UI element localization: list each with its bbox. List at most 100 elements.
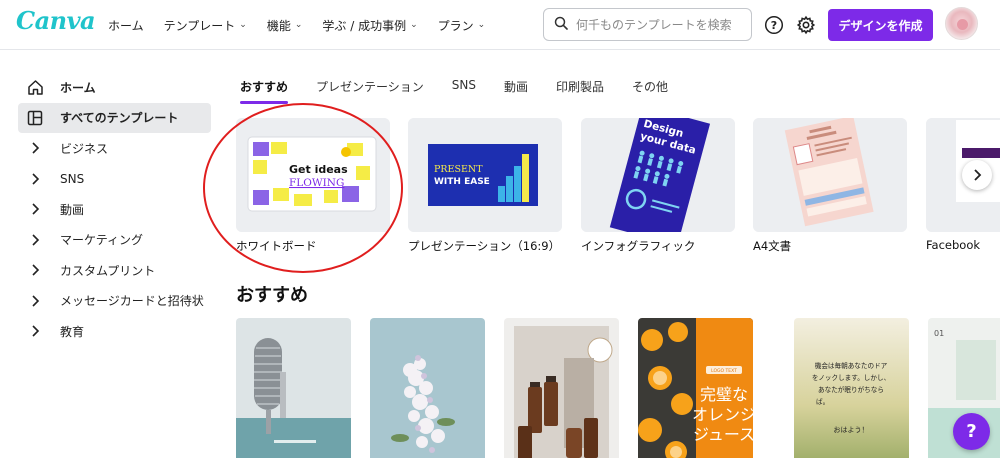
chevron-right-icon — [26, 170, 44, 188]
tab-video[interactable]: 動画 — [490, 72, 542, 104]
presentation-line1: PRESENT — [434, 164, 483, 175]
nav-plans-label: プラン — [437, 18, 474, 33]
chevron-down-icon: ⌄ — [410, 20, 418, 30]
tab-sns[interactable]: SNS — [438, 72, 490, 104]
floating-help-button[interactable]: ? — [953, 413, 990, 450]
category-card-a4-document[interactable]: A4文書 — [753, 118, 907, 254]
chevron-right-icon — [26, 139, 44, 157]
nav-plans[interactable]: プラン ⌄ — [438, 17, 486, 34]
nav-templates-label: テンプレート — [163, 18, 236, 33]
nav-learn-label: 学ぶ / 成功事例 — [322, 18, 407, 33]
chevron-down-icon: ⌄ — [239, 20, 247, 30]
sidebar-item-label: カスタムプリント — [60, 263, 156, 278]
settings-button[interactable] — [794, 13, 818, 37]
sidebar-item-label: メッセージカードと招待状 — [60, 294, 204, 309]
category-card-presentation[interactable]: PRESENT WITH EASE プレゼンテーション（16:9） — [408, 118, 562, 254]
quote-line4: ば。 — [816, 397, 829, 406]
template-card-cosmetics[interactable] — [504, 318, 619, 458]
nav-home-label: ホーム — [108, 18, 144, 33]
whiteboard-line1: Get ideas — [289, 163, 348, 176]
sidebar: ホーム すべてのテンプレート ビジネス SNS 動画 マーケティング カスタムプ… — [18, 72, 211, 347]
juice-line2: オレンジ — [692, 405, 753, 424]
tab-print[interactable]: 印刷製品 — [542, 72, 618, 104]
template-card-quote[interactable]: 機会は毎朝あなたのドア をノックします。しかし、 あなたが眠りがちなら ば。 お… — [794, 318, 909, 458]
sidebar-item-label: すべてのテンプレート — [60, 111, 179, 126]
presentation-line2: WITH EASE — [434, 177, 490, 187]
chevron-right-icon — [26, 231, 44, 249]
nav-features[interactable]: 機能 ⌄ — [267, 17, 303, 34]
search-icon — [554, 15, 568, 34]
sidebar-item-label: マーケティング — [60, 233, 144, 248]
chevron-right-icon — [974, 169, 982, 181]
quote-line2: をノックします。しかし、 — [812, 374, 890, 382]
juice-logo-text: LOGO TEXT — [711, 368, 737, 374]
search-input[interactable] — [576, 17, 741, 32]
category-label: ホワイトボード — [236, 239, 317, 253]
infographic-thumbnail: Design your data — [581, 118, 735, 232]
create-design-button[interactable]: デザインを作成 — [828, 9, 933, 41]
category-carousel: Get ideas FLOWING ホワイトボード PRESENT WITH E… — [236, 118, 1000, 258]
nav-home[interactable]: ホーム — [108, 17, 144, 34]
question-circle-icon: ? — [764, 15, 784, 35]
a4-document-thumbnail — [753, 118, 907, 232]
category-label: Facebook — [926, 238, 981, 252]
chevron-right-icon — [26, 322, 44, 340]
sidebar-item-custom-print[interactable]: カスタムプリント — [18, 255, 211, 286]
quote-line3: あなたが眠りがちなら — [818, 385, 884, 394]
avatar[interactable] — [945, 7, 978, 40]
sidebar-item-label: ビジネス — [60, 141, 109, 156]
nav-features-label: 機能 — [266, 18, 291, 33]
sidebar-item-label: SNS — [60, 171, 85, 186]
category-label: インフォグラフィック — [581, 239, 696, 253]
main-nav: ホーム テンプレート ⌄ 機能 ⌄ 学ぶ / 成功事例 ⌄ プラン ⌄ — [108, 0, 485, 50]
sidebar-item-marketing[interactable]: マーケティング — [18, 225, 211, 256]
sidebar-item-education[interactable]: 教育 — [18, 316, 211, 347]
template-card-orange-juice[interactable]: LOGO TEXT 完璧な オレンジ ジュース — [638, 318, 753, 458]
template-card-microphone[interactable] — [236, 318, 351, 458]
sidebar-item-label: 教育 — [60, 324, 85, 339]
sidebar-item-business[interactable]: ビジネス — [18, 133, 211, 164]
whiteboard-thumbnail: Get ideas FLOWING — [236, 118, 390, 232]
sidebar-item-video[interactable]: 動画 — [18, 194, 211, 225]
partial-number: 01 — [934, 329, 944, 338]
category-label: プレゼンテーション（16:9） — [408, 239, 561, 253]
chevron-right-icon — [26, 200, 44, 218]
category-card-infographic[interactable]: Design your data インフォグラフィック — [581, 118, 735, 254]
chevron-down-icon: ⌄ — [477, 20, 486, 30]
presentation-thumbnail: PRESENT WITH EASE — [408, 118, 562, 232]
category-card-facebook[interactable]: Facebook — [926, 118, 1000, 252]
quote-greeting: おはよう！ — [834, 426, 869, 434]
recommended-templates: LOGO TEXT 完璧な オレンジ ジュース 機会は毎朝あなたのドア をノック… — [236, 318, 1000, 458]
tab-other[interactable]: その他 — [618, 72, 682, 104]
sidebar-item-label: 動画 — [60, 202, 85, 217]
whiteboard-line2: FLOWING — [289, 177, 344, 189]
tab-recommended[interactable]: おすすめ — [226, 72, 302, 104]
category-label: A4文書 — [753, 239, 792, 253]
gear-icon — [796, 15, 816, 35]
carousel-next-button[interactable] — [962, 160, 992, 190]
nav-templates[interactable]: テンプレート ⌄ — [164, 17, 247, 34]
tab-presentation[interactable]: プレゼンテーション — [302, 72, 438, 104]
chevron-right-icon — [26, 261, 44, 279]
svg-text:?: ? — [771, 19, 777, 32]
layout-icon — [26, 109, 44, 127]
canva-logo[interactable]: Canva — [16, 6, 96, 35]
category-tabs: おすすめ プレゼンテーション SNS 動画 印刷製品 その他 — [226, 72, 682, 104]
chevron-down-icon: ⌄ — [294, 20, 303, 30]
home-icon — [26, 78, 44, 96]
sidebar-item-sns[interactable]: SNS — [18, 164, 211, 195]
top-header: Canva ホーム テンプレート ⌄ 機能 ⌄ 学ぶ / 成功事例 ⌄ プラン … — [0, 0, 1000, 50]
category-card-whiteboard[interactable]: Get ideas FLOWING ホワイトボード — [236, 118, 390, 254]
template-search[interactable] — [543, 8, 752, 41]
juice-line1: 完璧な — [700, 385, 748, 404]
sidebar-item-label: ホーム — [60, 80, 96, 95]
quote-line1: 機会は毎朝あなたのドア — [815, 361, 888, 370]
sidebar-item-home[interactable]: ホーム — [18, 72, 211, 103]
section-title: おすすめ — [236, 285, 308, 306]
help-button[interactable]: ? — [762, 13, 786, 37]
nav-learn[interactable]: 学ぶ / 成功事例 ⌄ — [322, 17, 417, 34]
template-card-flower[interactable] — [370, 318, 485, 458]
sidebar-item-all-templates[interactable]: すべてのテンプレート — [18, 102, 211, 133]
juice-line3: ジュース — [693, 425, 753, 444]
sidebar-item-cards-invitations[interactable]: メッセージカードと招待状 — [18, 286, 211, 317]
